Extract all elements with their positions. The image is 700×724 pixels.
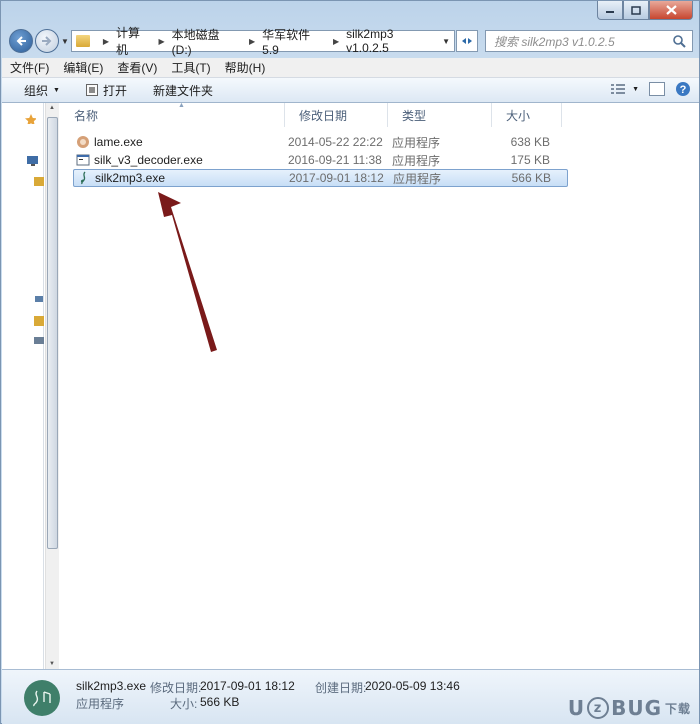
chevron-right-icon[interactable]: ▶ [103,37,109,46]
open-button[interactable]: 打开 [85,82,127,99]
details-created-value: 2020-05-09 13:46 [365,679,460,693]
details-pane: silk2mp3.exe 修改日期: 2017-09-01 18:12 创建日期… [2,669,699,724]
organize-button[interactable]: 组织 ▼ [24,82,60,99]
svg-text:?: ? [680,84,687,96]
refresh-icon [462,38,472,44]
watermark-left: U [567,696,586,720]
menu-edit[interactable]: 编辑(E) [63,59,103,76]
chevron-down-icon: ▼ [53,86,60,94]
details-size-label: 大小: [170,697,198,711]
refresh-button[interactable] [456,30,478,52]
music-note-icon [33,690,51,707]
menu-view[interactable]: 查看(V) [117,59,157,76]
search-placeholder: 搜索 silk2mp3 v1.0.2.5 [494,34,615,49]
annotation-arrow [158,192,217,352]
close-icon [665,5,677,15]
back-button[interactable] [9,29,33,53]
new-folder-label: 新建文件夹 [152,83,213,98]
explorer-window: ▼ ▶ 计算机 ▶ 本地磁盘 (D:) ▶ 华军软件5.9 ▶ silk2mp3… [0,0,700,724]
menu-tools[interactable]: 工具(T) [171,59,210,76]
menu-file[interactable]: 文件(F) [10,59,49,76]
open-label: 打开 [102,83,127,98]
maximize-button[interactable] [623,1,649,20]
breadcrumb: ▶ 计算机 ▶ 本地磁盘 (D:) ▶ 华军软件5.9 ▶ silk2mp3 v… [96,26,438,57]
address-bar[interactable]: ▶ 计算机 ▶ 本地磁盘 (D:) ▶ 华军软件5.9 ▶ silk2mp3 v… [71,26,455,57]
view-options-icon[interactable] [610,83,626,95]
open-icon [85,84,98,96]
view-controls: ▼ ? [610,81,691,97]
minimize-icon [606,11,614,13]
details-type: 应用程序 [76,697,125,711]
details-size-value: 566 KB [200,695,240,709]
help-icon[interactable]: ? [675,81,691,97]
close-button[interactable] [649,1,693,20]
details-modified-value: 2017-09-01 18:12 [200,679,295,693]
folder-icon [76,35,90,47]
search-input[interactable]: 搜索 silk2mp3 v1.0.2.5 [485,30,693,52]
details-filename: silk2mp3.exe [76,679,147,693]
new-folder-button[interactable]: 新建文件夹 [153,82,213,99]
arrow-right-icon [42,36,52,46]
preview-pane-button[interactable] [649,82,665,96]
breadcrumb-current[interactable]: silk2mp3 v1.0.2.5 [346,27,438,55]
chevron-right-icon[interactable]: ▶ [159,37,165,46]
breadcrumb-drive[interactable]: 本地磁盘 (D:) [172,26,242,57]
menu-bar: 文件(F) 编辑(E) 查看(V) 工具(T) 帮助(H) [2,58,699,78]
chevron-right-icon[interactable]: ▶ [249,37,255,46]
maximize-icon [631,5,641,15]
chevron-right-icon[interactable]: ▶ [333,37,339,46]
breadcrumb-folder[interactable]: 华军软件5.9 [262,26,326,57]
main-area: ▲ ▼ ▲ 名称 修改日期 类型 大小 lame.exe 2014-05-22 … [2,102,699,669]
breadcrumb-computer[interactable]: 计算机 [116,24,152,58]
details-modified-label: 修改日期: [150,681,202,695]
watermark-logo: U z BUG 下载 [568,696,691,720]
forward-button[interactable] [35,29,59,53]
menu-help[interactable]: 帮助(H) [225,59,266,76]
recent-pages-dropdown[interactable]: ▼ [61,37,69,46]
watermark-right: 下载 [664,701,691,716]
navigation-row: ▼ ▶ 计算机 ▶ 本地磁盘 (D:) ▶ 华军软件5.9 ▶ silk2mp3… [1,26,700,57]
watermark-badge: z [587,697,610,719]
search-icon[interactable] [672,34,686,48]
address-history-dropdown[interactable]: ▼ [438,37,454,46]
details-created-label: 创建日期: [315,681,367,695]
command-bar: 组织 ▼ 打开 新建文件夹 ▼ ? [2,78,699,103]
arrow-left-icon [16,36,26,46]
caption-buttons [597,1,693,20]
view-dropdown-icon[interactable]: ▼ [632,86,639,93]
minimize-button[interactable] [597,1,623,20]
organize-label: 组织 [24,83,49,98]
file-thumbnail-icon [24,680,60,716]
watermark-mid: BUG [611,696,662,720]
